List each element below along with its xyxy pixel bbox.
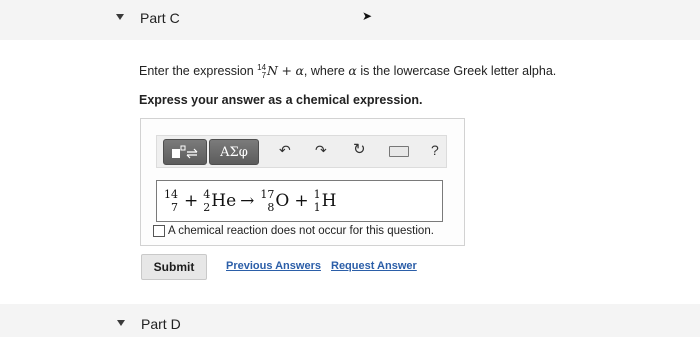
nuclide-notation: 14 7 <box>257 62 267 80</box>
submit-button[interactable]: Submit <box>141 254 207 280</box>
part-d-header[interactable]: Part D <box>0 304 700 337</box>
math-toolbar: ΑΣφ ↶ ↷ ↻ ? <box>156 135 447 168</box>
templates-icon <box>172 145 198 159</box>
part-c-header[interactable]: Part C ➤ <box>0 0 700 40</box>
question-text: Enter the expression 14 7N + α, where α i… <box>139 62 557 80</box>
chevron-down-icon[interactable] <box>116 14 124 20</box>
request-answer-link[interactable]: Request Answer <box>331 260 417 272</box>
chemical-expression: 14 7 + 42 He → 17 8 O + 11 H <box>164 188 337 214</box>
no-reaction-option[interactable]: A chemical reaction does not occur for t… <box>153 225 434 237</box>
answer-panel: ΑΣφ ↶ ↷ ↻ ? 14 7 + 42 He → 17 8 O + 11 H A… <box>140 118 465 246</box>
mouse-cursor-icon: ➤ <box>362 9 373 23</box>
help-button[interactable]: ? <box>431 142 439 158</box>
reset-icon[interactable]: ↻ <box>353 142 366 158</box>
templates-button[interactable] <box>163 139 207 165</box>
chevron-down-icon[interactable] <box>117 320 125 326</box>
instruction-text: Express your answer as a chemical expres… <box>139 93 423 107</box>
redo-icon[interactable]: ↷ <box>315 142 327 158</box>
no-reaction-checkbox[interactable] <box>153 225 165 237</box>
greek-symbols-button[interactable]: ΑΣφ <box>209 139 259 165</box>
previous-answers-link[interactable]: Previous Answers <box>226 260 321 272</box>
undo-icon[interactable]: ↶ <box>279 142 291 158</box>
no-reaction-label: A chemical reaction does not occur for t… <box>168 225 434 237</box>
keyboard-icon[interactable] <box>389 146 409 157</box>
answer-input[interactable]: 14 7 + 42 He → 17 8 O + 11 H <box>156 180 443 222</box>
part-c-title: Part C <box>140 10 180 26</box>
part-d-title: Part D <box>141 316 181 332</box>
